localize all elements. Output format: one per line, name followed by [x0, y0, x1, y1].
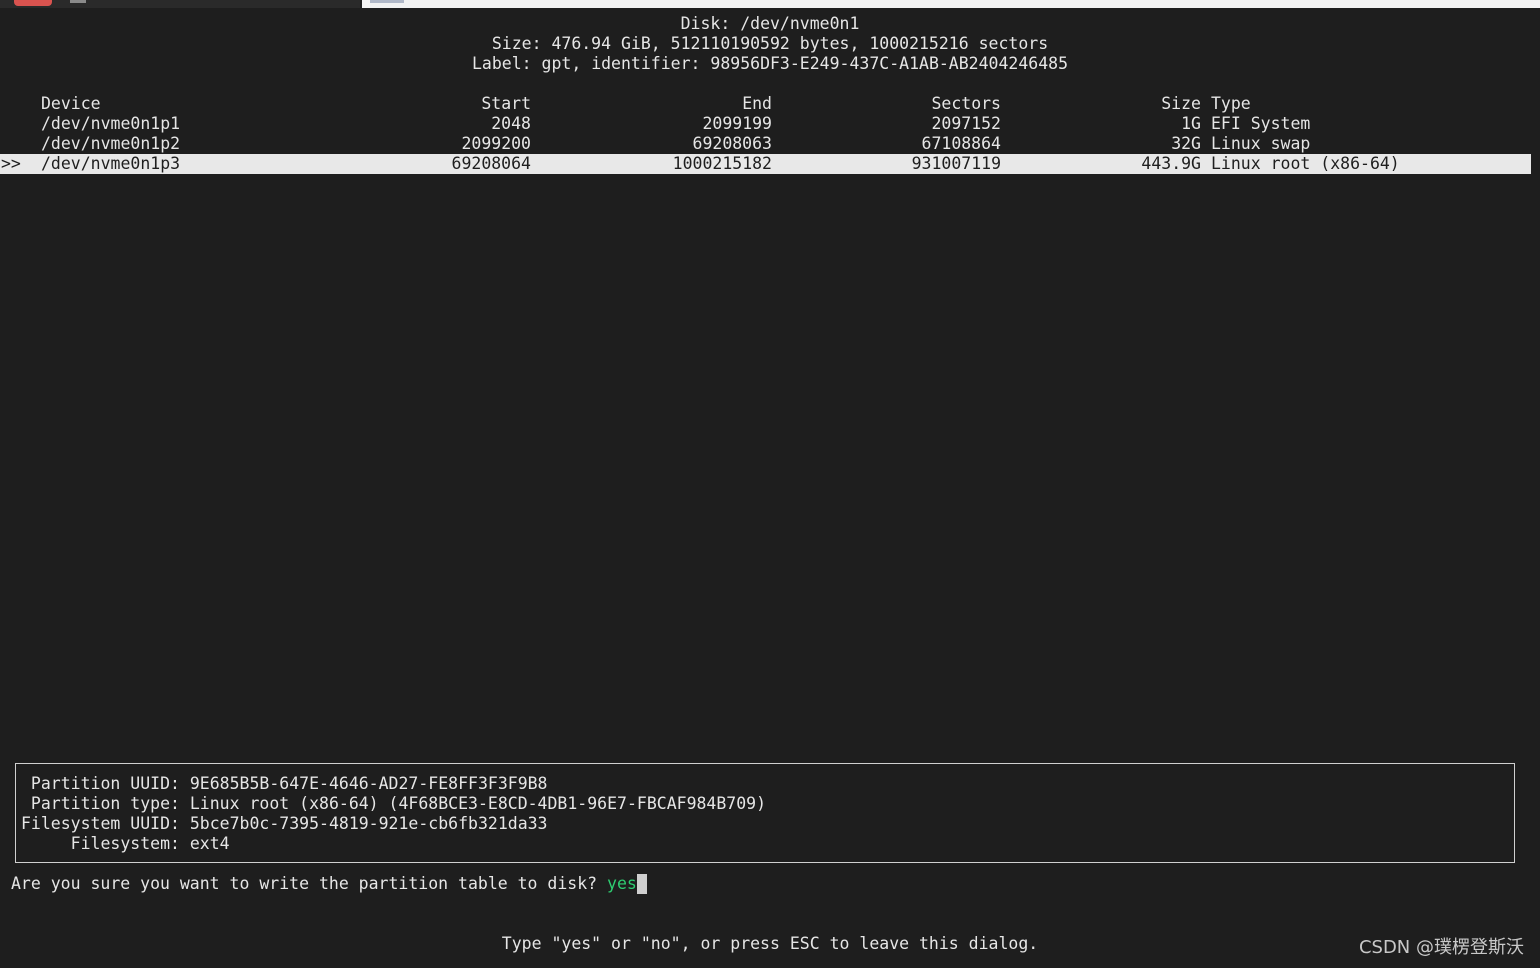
- write-confirmation-prompt[interactable]: Are you sure you want to write the parti…: [11, 874, 647, 894]
- row-type: EFI System: [1211, 114, 1311, 133]
- row-device: /dev/nvme0n1p1: [41, 114, 181, 133]
- row-device: /dev/nvme0n1p3: [41, 154, 181, 173]
- table-row-selected[interactable]: >> /dev/nvme0n1p3 69208064 1000215182 93…: [0, 154, 1531, 174]
- row-size: 32G: [1171, 134, 1201, 153]
- tab-close-icon[interactable]: [70, 0, 86, 3]
- filesystem-line: Filesystem: ext4: [21, 834, 230, 853]
- selection-marker: >>: [1, 154, 21, 173]
- filesystem-uuid-line: Filesystem UUID: 5bce7b0c-7395-4819-921e…: [21, 814, 548, 833]
- disk-label-line: Label: gpt, identifier: 98956DF3-E249-43…: [471, 54, 1069, 73]
- partition-info-box: Partition UUID: 9E685B5B-647E-4646-AD27-…: [15, 763, 1515, 863]
- column-header-type: Type: [1211, 94, 1251, 113]
- row-type: Linux root (x86-64): [1211, 154, 1400, 173]
- row-size: 443.9G: [1141, 154, 1201, 173]
- partition-uuid-line: Partition UUID: 9E685B5B-647E-4646-AD27-…: [21, 774, 548, 793]
- dialog-hint: Type "yes" or "no", or press ESC to leav…: [501, 934, 1039, 953]
- browser-tab-active[interactable]: [362, 0, 1540, 8]
- row-sectors: 2097152: [931, 114, 1001, 133]
- prompt-question: Are you sure you want to write the parti…: [11, 874, 608, 893]
- disk-header: Disk: /dev/nvme0n1: [680, 14, 860, 33]
- column-header-sectors: Sectors: [931, 94, 1001, 113]
- column-header-end: End: [742, 94, 772, 113]
- partition-type-line: Partition type: Linux root (x86-64) (4F6…: [21, 794, 767, 813]
- column-header-size: Size: [1161, 94, 1201, 113]
- row-end: 69208063: [692, 134, 772, 153]
- watermark: CSDN @璞楞登斯沃: [1358, 937, 1524, 958]
- row-end: 1000215182: [672, 154, 772, 173]
- row-sectors: 67108864: [921, 134, 1001, 153]
- prompt-answer-input[interactable]: yes: [607, 874, 637, 893]
- disk-size-line: Size: 476.94 GiB, 512110190592 bytes, 10…: [491, 34, 1049, 53]
- row-size: 1G: [1181, 114, 1201, 133]
- row-start: 2048: [491, 114, 531, 133]
- column-header-device: Device: [41, 94, 101, 113]
- row-type: Linux swap: [1211, 134, 1311, 153]
- row-start: 2099200: [461, 134, 531, 153]
- row-start: 69208064: [451, 154, 531, 173]
- text-cursor: [636, 874, 647, 894]
- tab-favicon-icon: [14, 0, 52, 6]
- tab-page-icon: [370, 0, 404, 3]
- row-end: 2099199: [702, 114, 772, 133]
- column-header-start: Start: [481, 94, 531, 113]
- row-sectors: 931007119: [911, 154, 1001, 173]
- row-device: /dev/nvme0n1p2: [41, 134, 181, 153]
- browser-tab-inactive[interactable]: [0, 0, 360, 8]
